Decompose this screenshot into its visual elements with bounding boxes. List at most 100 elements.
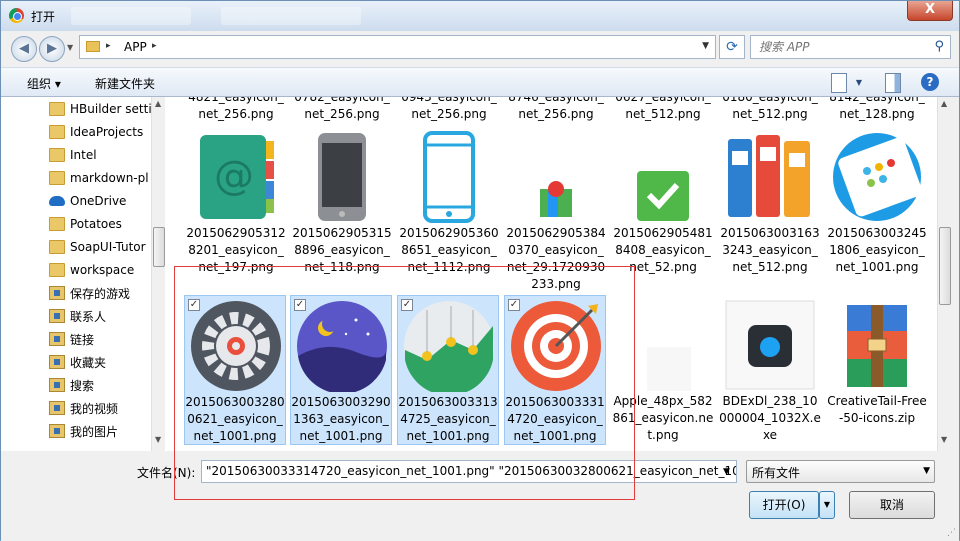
chevron-down-icon[interactable]: ▼ bbox=[853, 73, 865, 93]
file-item[interactable]: 20150630032451806_easyicon_net_1001.png bbox=[826, 127, 928, 277]
close-button[interactable]: X bbox=[907, 1, 953, 21]
refresh-icon[interactable]: ⟳ bbox=[719, 35, 745, 59]
file-name: 20150629053840370_easyicon_net_29.172093… bbox=[506, 226, 606, 291]
sidebar-item[interactable]: 我的图片 bbox=[49, 421, 118, 441]
file-item[interactable]: ✓ 20150630032901363_easyicon_net_1001.png bbox=[290, 295, 392, 445]
file-name: 20150630032901363_easyicon_net_1001.png bbox=[291, 395, 391, 443]
dialog-footer: 文件名(N): "20150630033314720_easyicon_net_… bbox=[1, 451, 959, 541]
contacts-icon bbox=[49, 309, 65, 323]
file-item[interactable]: @20150629053128201_easyicon_net_197.png bbox=[185, 127, 287, 277]
file-item[interactable]: BDExDl_238_10000004_1032X.exe bbox=[719, 295, 821, 445]
file-item[interactable]: 20150629054818408_easyicon_net_52.png bbox=[612, 127, 714, 277]
map-icon bbox=[510, 131, 602, 223]
file-name: 20150630032800621_easyicon_net_1001.png bbox=[185, 395, 285, 443]
file-name-partial[interactable]: 0627_easyicon_ net_512.png bbox=[612, 97, 714, 123]
forward-arrow-icon[interactable]: ▶ bbox=[39, 36, 65, 62]
navigation-bar: ◀ ▶ ▼ ▸ APP ▸ ▼ ⟳ ⚲ bbox=[1, 31, 959, 63]
file-item[interactable]: 20150629053840370_easyicon_net_29.172093… bbox=[505, 127, 607, 291]
folder-icon bbox=[49, 171, 65, 185]
scroll-down-icon[interactable]: ▼ bbox=[155, 435, 161, 444]
file-item[interactable]: Apple_48px_582861_easyicon.net.png bbox=[612, 295, 714, 445]
sidebar-item[interactable]: IdeaProjects bbox=[49, 122, 143, 142]
search-icon[interactable]: ⚲ bbox=[934, 39, 944, 54]
file-name-partial[interactable]: 0782_easyicon_ net_256.png bbox=[291, 97, 393, 123]
file-name-partial[interactable]: 0180_easyicon_ net_512.png bbox=[719, 97, 821, 123]
sidebar-item-label: IdeaProjects bbox=[70, 125, 144, 139]
sidebar-item[interactable]: Potatoes bbox=[49, 214, 122, 234]
back-arrow-icon[interactable]: ◀ bbox=[11, 36, 37, 62]
scroll-thumb[interactable] bbox=[153, 227, 165, 267]
open-button[interactable]: 打开(O) bbox=[749, 491, 819, 519]
sidebar-item[interactable]: Intel bbox=[49, 145, 97, 165]
file-name-partial[interactable]: 8142_easyicon_ net_128.png bbox=[826, 97, 928, 123]
folder-icon bbox=[86, 41, 100, 52]
sidebar-item[interactable]: workspace bbox=[49, 260, 134, 280]
sidebar-item-label: 保存的游戏 bbox=[70, 286, 131, 301]
sidebar-item[interactable]: 搜索 bbox=[49, 375, 94, 395]
sidebar-item[interactable]: HBuilder setti bbox=[49, 99, 151, 119]
search-box[interactable]: ⚲ bbox=[750, 35, 951, 59]
view-options-icon[interactable] bbox=[831, 73, 847, 93]
window-title: 打开 bbox=[31, 10, 56, 24]
scroll-thumb[interactable] bbox=[939, 227, 951, 305]
file-item[interactable]: ✓ 20150630032800621_easyicon_net_1001.png bbox=[184, 295, 286, 445]
sidebar-item[interactable]: 保存的游戏 bbox=[49, 283, 130, 303]
file-name-partial[interactable]: 8746_easyicon_ net_256.png bbox=[505, 97, 607, 123]
sidebar-scrollbar[interactable]: ▲ ▼ bbox=[151, 97, 165, 451]
file-type-select[interactable]: 所有文件 ▼ bbox=[746, 460, 935, 483]
chevron-right-icon[interactable]: ▸ bbox=[106, 41, 111, 51]
file-item[interactable]: CreativeTail-Free-50-icons.zip bbox=[826, 295, 928, 445]
chevron-down-icon[interactable]: ▼ bbox=[702, 41, 709, 51]
scroll-up-icon[interactable]: ▲ bbox=[155, 99, 161, 108]
sidebar-item-label: 联系人 bbox=[70, 309, 107, 324]
checkbox-checked-icon[interactable]: ✓ bbox=[294, 299, 306, 311]
content-scrollbar[interactable]: ▲ ▼ bbox=[937, 97, 951, 451]
checkbox-checked-icon[interactable]: ✓ bbox=[188, 299, 200, 311]
svg-text:@: @ bbox=[214, 153, 254, 199]
scroll-down-icon[interactable]: ▼ bbox=[941, 435, 947, 444]
sidebar-item[interactable]: 联系人 bbox=[49, 306, 106, 326]
folder-icon bbox=[49, 217, 65, 231]
filename-value[interactable]: "20150630033314720_easyicon_net_1001.png… bbox=[206, 464, 736, 478]
phone-outline-icon bbox=[403, 131, 495, 223]
search-folder-icon bbox=[49, 378, 65, 392]
sidebar-item[interactable]: SoapUI-Tutor bbox=[49, 237, 146, 257]
new-folder-button[interactable]: 新建文件夹 bbox=[95, 75, 155, 92]
pictures-icon bbox=[49, 424, 65, 438]
chevron-down-icon[interactable]: ▼ bbox=[923, 466, 930, 476]
file-item[interactable]: ✓ 20150630033134725_easyicon_net_1001.png bbox=[397, 295, 499, 445]
scroll-up-icon[interactable]: ▲ bbox=[941, 99, 947, 108]
phone-gray-icon bbox=[296, 131, 388, 223]
address-bar[interactable]: ▸ APP ▸ ▼ bbox=[79, 35, 716, 59]
organize-button[interactable]: 组织 ▾ bbox=[27, 75, 61, 92]
file-name-partial[interactable]: 4821_easyicon_ net_256.png bbox=[185, 97, 287, 123]
chevron-right-icon[interactable]: ▸ bbox=[152, 41, 157, 51]
file-item[interactable]: 20150629053158896_easyicon_net_118.png bbox=[291, 127, 393, 277]
app-box-icon bbox=[724, 299, 816, 391]
checkmark-icon bbox=[617, 131, 709, 223]
sidebar-item[interactable]: 收藏夹 bbox=[49, 352, 106, 372]
file-item[interactable]: 20150629053608651_easyicon_net_1112.png bbox=[398, 127, 500, 277]
background-tab bbox=[71, 7, 191, 25]
checkbox-checked-icon[interactable]: ✓ bbox=[508, 299, 520, 311]
cancel-button[interactable]: 取消 bbox=[849, 491, 935, 519]
file-name-partial[interactable]: 0943_easyicon_ net_256.png bbox=[398, 97, 500, 123]
filename-field[interactable]: "20150630033314720_easyicon_net_1001.png… bbox=[201, 460, 737, 483]
breadcrumb-app[interactable]: APP bbox=[124, 40, 147, 54]
resize-grip-icon[interactable]: ⋰ bbox=[947, 528, 956, 538]
sidebar-item[interactable]: 链接 bbox=[49, 329, 94, 349]
file-type-value[interactable]: 所有文件 bbox=[752, 466, 800, 480]
sidebar-item[interactable]: OneDrive bbox=[49, 191, 126, 211]
open-dropdown-button[interactable]: ▼ bbox=[819, 491, 835, 519]
file-item[interactable]: ✓ 20150630033314720_easyicon_net_1001.png bbox=[504, 295, 606, 445]
help-icon[interactable]: ? bbox=[921, 73, 939, 91]
search-input[interactable] bbox=[759, 37, 929, 57]
sidebar-item[interactable]: markdown-pl bbox=[49, 168, 149, 188]
recent-locations-icon[interactable]: ▼ bbox=[67, 43, 73, 52]
preview-pane-icon[interactable] bbox=[885, 73, 901, 93]
file-item[interactable]: 20150630031633243_easyicon_net_512.png bbox=[719, 127, 821, 277]
binders-icon bbox=[724, 131, 816, 223]
sidebar-item[interactable]: 我的视频 bbox=[49, 398, 118, 418]
checkbox-checked-icon[interactable]: ✓ bbox=[401, 299, 413, 311]
sidebar-item-label: markdown-pl bbox=[70, 171, 149, 185]
